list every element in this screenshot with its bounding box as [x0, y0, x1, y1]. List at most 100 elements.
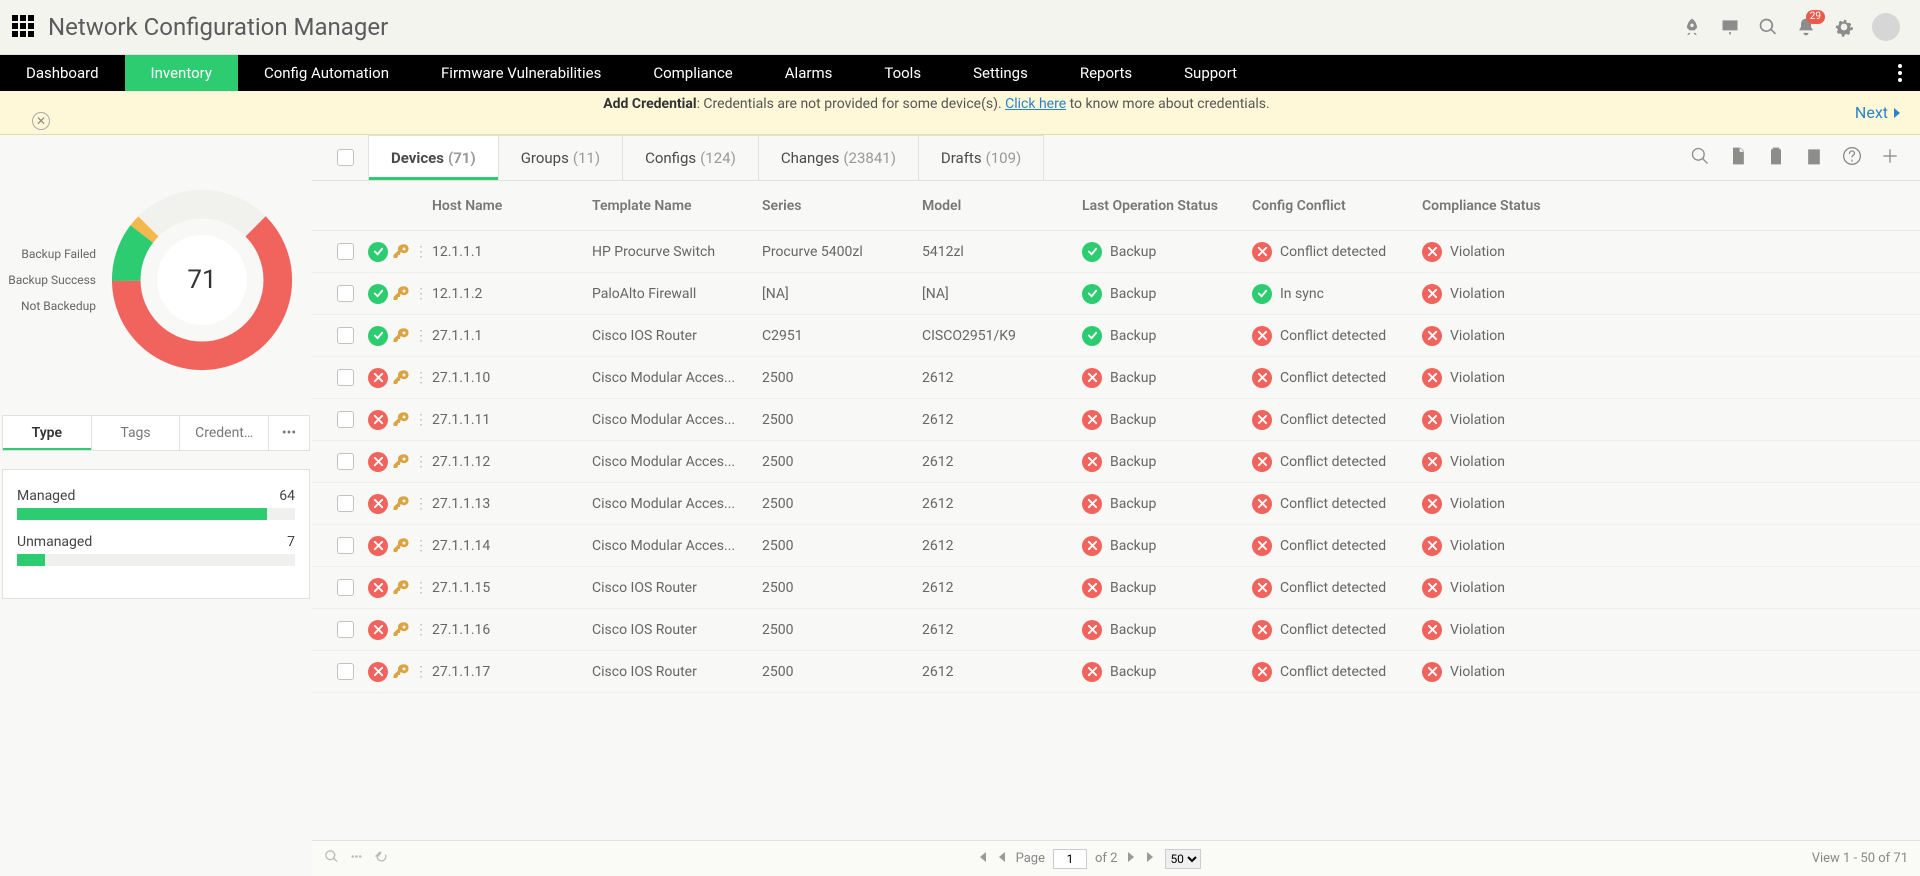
col-conflict[interactable]: Config Conflict — [1252, 198, 1422, 214]
tab-drafts[interactable]: Drafts (109) — [919, 135, 1044, 180]
type-bar-row[interactable]: Managed64 — [17, 488, 295, 520]
row-checkbox[interactable] — [337, 327, 354, 344]
type-bar-row[interactable]: Unmanaged7 — [17, 534, 295, 566]
prev-page-icon[interactable] — [996, 851, 1008, 867]
clipboard-icon[interactable] — [1766, 146, 1786, 170]
row-checkbox[interactable] — [337, 411, 354, 428]
col-series[interactable]: Series — [762, 198, 922, 214]
alert-link[interactable]: Click here — [1005, 96, 1066, 112]
alert-message: Add Credential: Credentials are not prov… — [18, 96, 1855, 130]
row-checkbox[interactable] — [337, 537, 354, 554]
table-row[interactable]: ⋮ 12.1.1.2 PaloAlto Firewall [NA] [NA] B… — [312, 273, 1920, 315]
donut-svg: 71 — [102, 180, 302, 380]
next-button[interactable]: Next — [1855, 103, 1902, 122]
page-input[interactable] — [1053, 849, 1087, 869]
pager-search-icon[interactable] — [324, 849, 339, 868]
nav-settings[interactable]: Settings — [947, 55, 1054, 91]
cell-lastop: Backup — [1082, 662, 1252, 682]
tab-configs[interactable]: Configs (124) — [623, 135, 759, 180]
table-row[interactable]: ⋮ 27.1.1.12 Cisco Modular Acces... 2500 … — [312, 441, 1920, 483]
table-row[interactable]: ⋮ 27.1.1.14 Cisco Modular Acces... 2500 … — [312, 525, 1920, 567]
main-panel: Devices (71) Groups (11) Configs (124) C… — [312, 135, 1920, 876]
row-menu-icon[interactable]: ⋮ — [414, 286, 428, 302]
row-checkbox[interactable] — [337, 285, 354, 302]
col-compliance[interactable]: Compliance Status — [1422, 198, 1572, 214]
col-template[interactable]: Template Name — [592, 198, 762, 214]
row-checkbox[interactable] — [337, 663, 354, 680]
select-all-checkbox[interactable] — [337, 149, 354, 166]
tab-groups[interactable]: Groups (11) — [499, 135, 623, 180]
x-circle-icon — [368, 452, 388, 472]
row-menu-icon[interactable]: ⋮ — [414, 454, 428, 470]
row-menu-icon[interactable]: ⋮ — [414, 244, 428, 260]
nav-more-icon[interactable] — [1880, 55, 1920, 91]
tab-devices[interactable]: Devices (71) — [368, 135, 499, 180]
workspace: Backup Failed Backup Success Not Backedu… — [0, 135, 1920, 876]
cell-host: 12.1.1.1 — [432, 244, 592, 260]
pager-config-icon[interactable] — [349, 849, 364, 868]
nav-reports[interactable]: Reports — [1054, 55, 1158, 91]
presentation-icon[interactable] — [1720, 17, 1740, 37]
row-checkbox[interactable] — [337, 579, 354, 596]
nav-firmware-vulnerabilities[interactable]: Firmware Vulnerabilities — [415, 55, 627, 91]
table-row[interactable]: ⋮ 27.1.1.16 Cisco IOS Router 2500 2612 B… — [312, 609, 1920, 651]
col-lastop[interactable]: Last Operation Status — [1082, 198, 1252, 214]
grid-search-icon[interactable] — [1690, 146, 1710, 170]
sidebar-tab-type[interactable]: Type — [3, 416, 92, 450]
cell-series: C2951 — [762, 328, 922, 344]
sidebar-tab-tags[interactable]: Tags — [92, 416, 181, 450]
x-circle-icon — [368, 368, 388, 388]
table-row[interactable]: ⋮ 27.1.1.15 Cisco IOS Router 2500 2612 B… — [312, 567, 1920, 609]
row-menu-icon[interactable]: ⋮ — [414, 370, 428, 386]
nav-tools[interactable]: Tools — [858, 55, 947, 91]
rocket-icon[interactable] — [1682, 17, 1702, 37]
add-icon[interactable] — [1880, 146, 1900, 170]
close-icon[interactable]: ✕ — [32, 112, 50, 130]
app-grid-icon[interactable] — [12, 15, 36, 39]
export-pdf-icon[interactable] — [1728, 146, 1748, 170]
table-row[interactable]: ⋮ 27.1.1.11 Cisco Modular Acces... 2500 … — [312, 399, 1920, 441]
schedule-icon[interactable] — [1804, 146, 1824, 170]
key-icon — [392, 537, 410, 555]
tab-changes[interactable]: Changes (23841) — [759, 135, 919, 180]
help-icon[interactable] — [1842, 146, 1862, 170]
pager-refresh-icon[interactable] — [374, 849, 389, 868]
nav-config-automation[interactable]: Config Automation — [238, 55, 415, 91]
row-menu-icon[interactable]: ⋮ — [414, 496, 428, 512]
x-circle-icon — [1082, 662, 1102, 682]
nav-compliance[interactable]: Compliance — [627, 55, 758, 91]
nav-alarms[interactable]: Alarms — [759, 55, 859, 91]
gear-icon[interactable] — [1834, 17, 1854, 37]
table-row[interactable]: ⋮ 12.1.1.1 HP Procurve Switch Procurve 5… — [312, 231, 1920, 273]
row-checkbox[interactable] — [337, 621, 354, 638]
row-menu-icon[interactable]: ⋮ — [414, 580, 428, 596]
row-menu-icon[interactable]: ⋮ — [414, 412, 428, 428]
topbar: Network Configuration Manager 29 — [0, 0, 1920, 55]
row-checkbox[interactable] — [337, 243, 354, 260]
table-row[interactable]: ⋮ 27.1.1.13 Cisco Modular Acces... 2500 … — [312, 483, 1920, 525]
avatar[interactable] — [1872, 13, 1900, 41]
page-size-select[interactable]: 50 — [1165, 849, 1201, 869]
row-menu-icon[interactable]: ⋮ — [414, 622, 428, 638]
search-icon[interactable] — [1758, 17, 1778, 37]
table-row[interactable]: ⋮ 27.1.1.1 Cisco IOS Router C2951 CISCO2… — [312, 315, 1920, 357]
nav-inventory[interactable]: Inventory — [125, 55, 238, 91]
last-page-icon[interactable] — [1145, 851, 1157, 867]
first-page-icon[interactable] — [976, 851, 988, 867]
table-row[interactable]: ⋮ 27.1.1.10 Cisco Modular Acces... 2500 … — [312, 357, 1920, 399]
col-hostname[interactable]: Host Name — [432, 198, 592, 214]
next-page-icon[interactable] — [1125, 851, 1137, 867]
col-model[interactable]: Model — [922, 198, 1082, 214]
row-menu-icon[interactable]: ⋮ — [414, 664, 428, 680]
bell-icon[interactable]: 29 — [1796, 17, 1816, 37]
row-checkbox[interactable] — [337, 453, 354, 470]
table-row[interactable]: ⋮ 27.1.1.17 Cisco IOS Router 2500 2612 B… — [312, 651, 1920, 693]
row-menu-icon[interactable]: ⋮ — [414, 328, 428, 344]
nav-dashboard[interactable]: Dashboard — [0, 55, 125, 91]
nav-support[interactable]: Support — [1158, 55, 1263, 91]
row-checkbox[interactable] — [337, 495, 354, 512]
row-checkbox[interactable] — [337, 369, 354, 386]
sidebar-tab-credent[interactable]: Credent… — [180, 416, 269, 450]
sidebar-tab-more-icon[interactable]: ••• — [269, 416, 309, 450]
row-menu-icon[interactable]: ⋮ — [414, 538, 428, 554]
